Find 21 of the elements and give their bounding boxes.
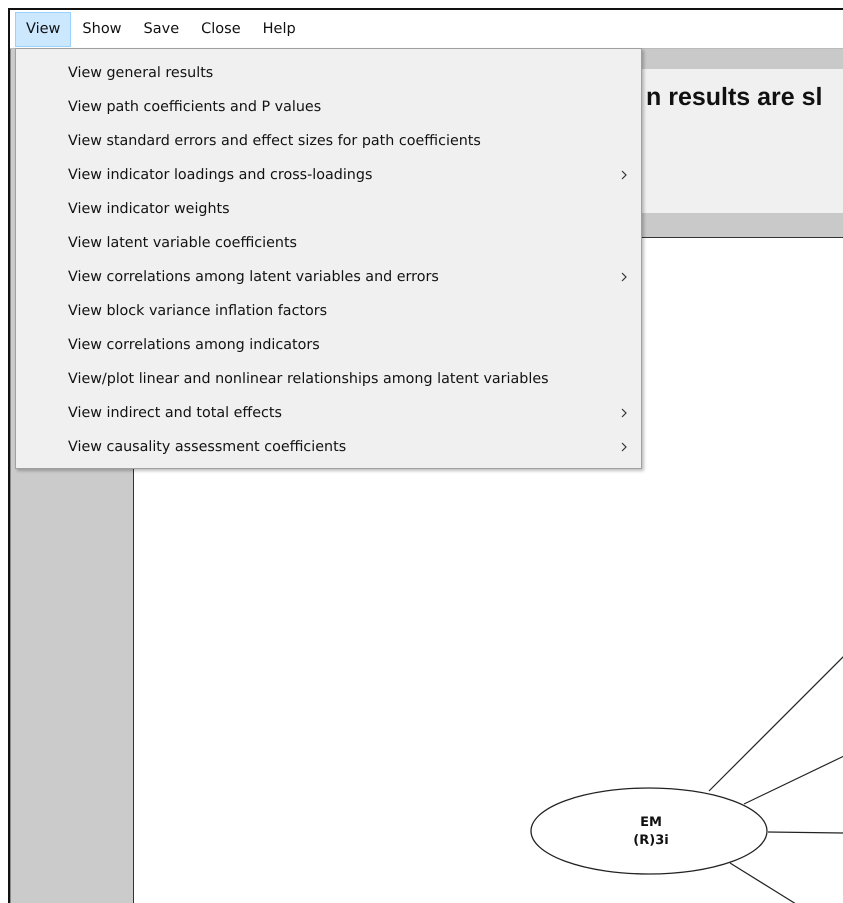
- menu-entry[interactable]: View indicator loadings and cross-loadings: [16, 158, 641, 192]
- results-heading: n results are sl: [646, 83, 822, 111]
- menu-entry[interactable]: View path coefficients and P values: [16, 90, 641, 124]
- menu-entry[interactable]: View indirect and total effects: [16, 396, 641, 430]
- node-label: EM: [640, 815, 662, 830]
- menu-entry[interactable]: View indicator weights: [16, 192, 641, 226]
- menu-entry[interactable]: View latent variable coefficients: [16, 226, 641, 260]
- menu-item[interactable]: Close: [190, 12, 252, 46]
- menu-item[interactable]: Show: [71, 12, 133, 46]
- menu-item[interactable]: Help: [252, 12, 307, 46]
- menu-entry[interactable]: View standard errors and effect sizes for path coefficients: [16, 124, 641, 158]
- connector-line: [730, 862, 796, 903]
- node-detail: (R)3i: [633, 833, 669, 848]
- menu-entry[interactable]: View correlations among latent variables and errors: [16, 260, 641, 294]
- menu-item[interactable]: Save: [132, 12, 190, 46]
- menu-item[interactable]: View: [15, 12, 72, 46]
- menu-entry[interactable]: View block variance inflation factors: [16, 294, 641, 328]
- menu-entry[interactable]: View causality assessment coefficients: [16, 430, 641, 464]
- menu-entry[interactable]: View correlations among indicators: [16, 328, 641, 362]
- menu-entry[interactable]: View/plot linear and nonlinear relationships among latent variables: [16, 362, 641, 396]
- menu-entry[interactable]: View general results: [16, 56, 641, 90]
